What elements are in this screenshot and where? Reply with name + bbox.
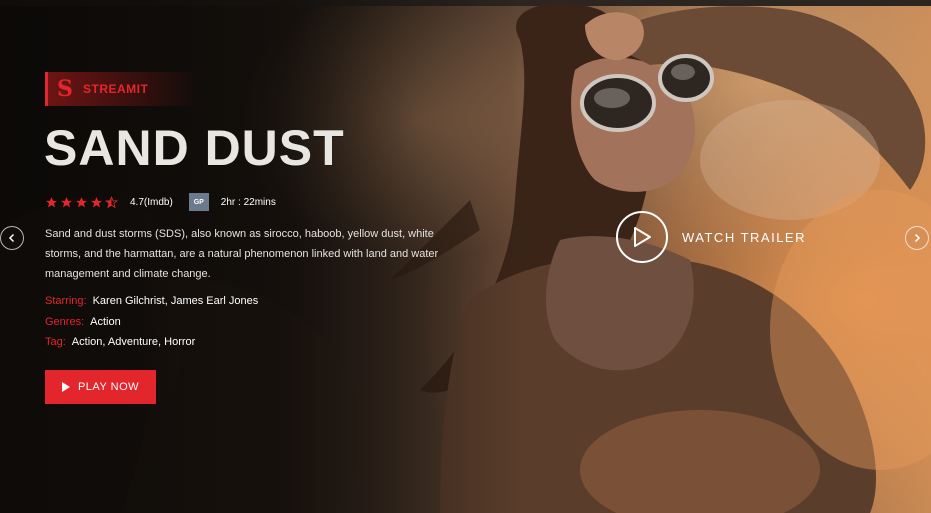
- star-icon: [61, 196, 72, 207]
- play-now-label: PLAY NOW: [77, 381, 140, 393]
- hero-banner: S STREAMIT SAND DUST 4.7(Imdb) GP 2hr : …: [0, 0, 931, 513]
- watch-trailer-label: WATCH TRAILER: [682, 229, 806, 245]
- star-icon: [76, 196, 87, 207]
- genres-row: Genres: Action: [45, 314, 121, 330]
- chevron-right-icon: [914, 233, 921, 243]
- play-now-button[interactable]: PLAY NOW: [45, 370, 156, 404]
- play-icon: [634, 227, 651, 247]
- tag-value[interactable]: Action, Adventure, Horror: [72, 336, 196, 348]
- logo-mark: S: [57, 76, 73, 102]
- age-rating-badge: GP: [188, 193, 209, 211]
- slider-prev-button[interactable]: [0, 226, 24, 250]
- play-icon: [61, 382, 70, 392]
- star-half-icon: [105, 195, 118, 208]
- tag-label: Tag:: [45, 336, 66, 348]
- trailer-play-circle[interactable]: [616, 211, 668, 263]
- genres-value[interactable]: Action: [90, 316, 121, 328]
- starring-value[interactable]: Karen Gilchrist, James Earl Jones: [93, 295, 259, 307]
- star-icon: [46, 196, 57, 207]
- movie-meta: 4.7(Imdb) GP 2hr : 22mins: [45, 192, 276, 212]
- starring-row: Starring: Karen Gilchrist, James Earl Jon…: [45, 293, 258, 309]
- movie-title: SAND DUST: [44, 120, 345, 176]
- slider-next-button[interactable]: [905, 226, 929, 250]
- star-rating: [45, 195, 120, 209]
- streamit-logo[interactable]: S STREAMIT: [45, 72, 198, 106]
- tag-row: Tag: Action, Adventure, Horror: [45, 334, 195, 350]
- logo-text: STREAMIT: [83, 82, 149, 96]
- starring-label: Starring:: [45, 295, 87, 307]
- imdb-rating: 4.7(Imdb): [130, 196, 173, 208]
- watch-trailer-button[interactable]: WATCH TRAILER: [616, 211, 806, 263]
- genres-label: Genres:: [45, 316, 85, 328]
- chevron-left-icon: [8, 233, 15, 243]
- movie-duration: 2hr : 22mins: [220, 196, 276, 208]
- star-icon: [91, 196, 102, 207]
- movie-description: Sand and dust storms (SDS), also known a…: [45, 228, 439, 280]
